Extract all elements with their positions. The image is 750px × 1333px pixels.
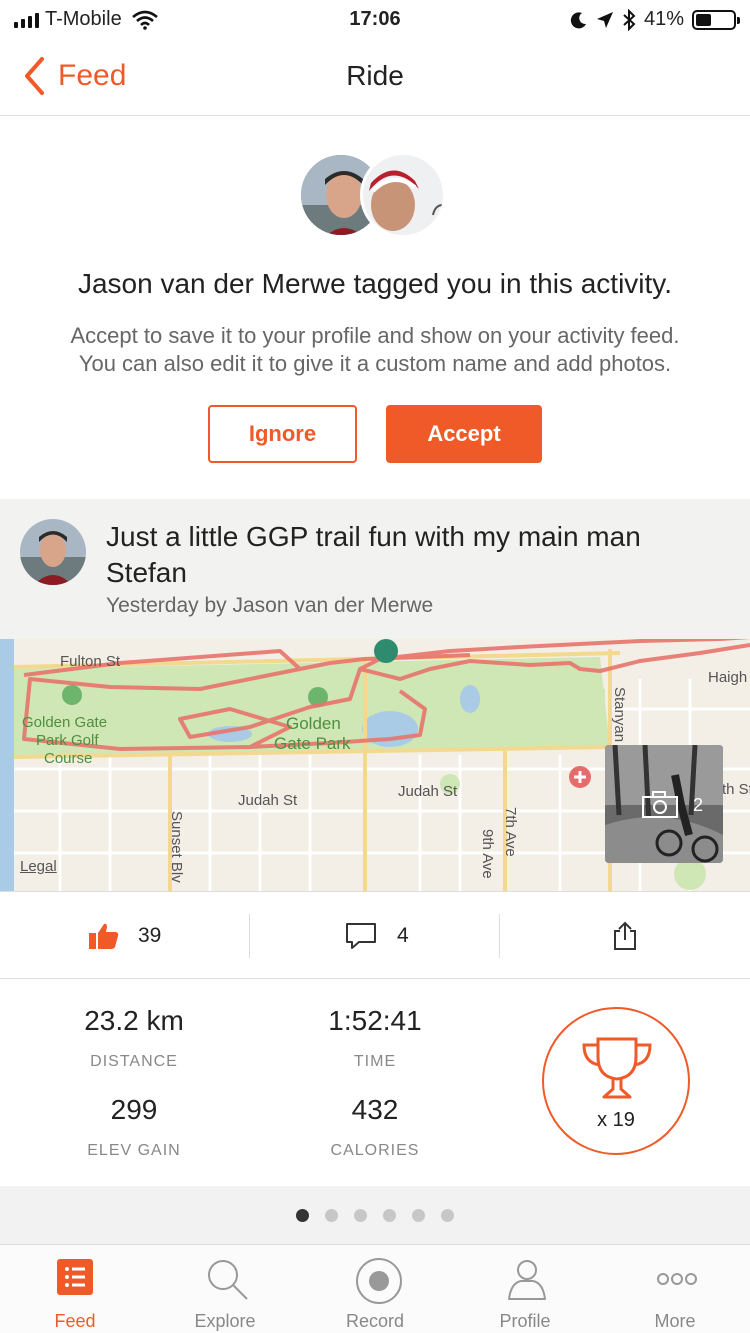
bluetooth-icon: [623, 8, 636, 31]
label-fulton: Fulton St: [60, 653, 121, 670]
tab-more[interactable]: More: [600, 1245, 750, 1333]
tag-subtitle-line1: Accept to save it to your profile and sh…: [70, 323, 680, 348]
activity-photo[interactable]: 2: [605, 745, 723, 863]
tab-profile-label: Profile: [499, 1311, 551, 1331]
tab-explore[interactable]: Explore: [150, 1245, 300, 1333]
camera-icon: [642, 791, 678, 818]
distance-value: 23.2 km: [84, 1005, 184, 1036]
kudos-count: 39: [138, 924, 162, 947]
tab-more-label: More: [654, 1311, 696, 1331]
moon-icon: [570, 11, 586, 28]
time-label: TIME: [353, 1053, 397, 1070]
elev-value: 299: [110, 1094, 158, 1125]
tab-profile[interactable]: Profile: [450, 1245, 600, 1333]
page-dot[interactable]: [383, 1208, 396, 1222]
battery-percent: 41%: [643, 8, 684, 30]
page-indicator[interactable]: [0, 1186, 750, 1244]
label-stanyan: Stanyan: [611, 687, 628, 742]
photo-count: 2: [692, 795, 703, 815]
distance-label: DISTANCE: [90, 1053, 178, 1070]
status-bar: T-Mobile 17:06 41%: [0, 0, 750, 40]
page-dot[interactable]: [296, 1208, 309, 1222]
tab-record-label: Record: [345, 1311, 405, 1331]
elev-label: ELEV GAIN: [87, 1142, 181, 1159]
tab-bar: Feed Explore Record Profile More: [0, 1244, 750, 1333]
label-ggp1: Golden: [286, 714, 341, 733]
page-dot[interactable]: [412, 1208, 425, 1222]
activity-header[interactable]: Just a little GGP trail fun with my main…: [0, 499, 750, 639]
more-icon: [657, 1273, 697, 1285]
share-button[interactable]: [612, 892, 638, 980]
label-haight: Haigh: [708, 669, 747, 686]
tab-feed[interactable]: Feed: [0, 1245, 150, 1333]
activity-title: Just a little GGP trail fun with my main…: [106, 521, 641, 588]
avatar[interactable]: [20, 519, 86, 585]
page-dot[interactable]: [441, 1208, 454, 1222]
label-golf3: Course: [44, 750, 92, 767]
tab-explore-label: Explore: [194, 1311, 256, 1331]
calories-value: 432: [351, 1094, 399, 1125]
route-map[interactable]: Fulton St Golden Gate Park Golf Course G…: [0, 639, 750, 891]
thumbs-up-icon: [89, 923, 119, 949]
label-judah1: Judah St: [238, 792, 298, 809]
kudos-button[interactable]: 39: [88, 892, 161, 980]
achievement-count: x 19: [597, 1109, 635, 1131]
label-golf2: Park Golf: [36, 732, 99, 749]
person-icon: [508, 1260, 546, 1300]
label-sunset: Sunset Blv: [168, 811, 185, 883]
label-ggp2: Gate Park: [274, 734, 351, 753]
page-title: Ride: [346, 60, 404, 91]
achievements-badge[interactable]: x 19: [542, 1007, 690, 1155]
tab-feed-label: Feed: [54, 1311, 96, 1331]
avatar-stefan[interactable]: [360, 152, 446, 238]
record-icon: [356, 1258, 402, 1304]
divider: [499, 914, 500, 958]
comment-count: 4: [397, 924, 409, 947]
label-nth: th St: [722, 781, 750, 798]
tab-record[interactable]: Record: [300, 1245, 450, 1333]
comment-icon: [346, 923, 376, 949]
location-icon: [596, 11, 613, 28]
ignore-button[interactable]: Ignore: [208, 405, 357, 463]
tag-subtitle-line2: You can also edit it to give it a custom…: [78, 351, 672, 376]
label-ninth: 9th Ave: [479, 829, 496, 879]
battery-fill: [696, 13, 711, 26]
stat-elev: 299 ELEV GAIN: [14, 1094, 254, 1160]
tag-subtitle: Accept to save it to your profile and sh…: [20, 322, 730, 378]
accept-button[interactable]: Accept: [386, 405, 542, 463]
time-value: 1:52:41: [328, 1005, 422, 1036]
nav-bar: Feed Ride: [0, 40, 750, 116]
legal-link[interactable]: Legal: [20, 858, 57, 875]
stat-time: 1:52:41 TIME: [255, 1005, 495, 1071]
tagged-avatars: [298, 152, 458, 240]
tag-title: Jason van der Merwe tagged you in this a…: [77, 268, 672, 299]
status-right: 41%: [570, 8, 740, 31]
social-bar: 39 4: [0, 891, 750, 979]
label-golf1: Golden Gate: [22, 714, 107, 731]
calories-label: CALORIES: [330, 1142, 420, 1159]
activity-meta: Yesterday by Jason van der Merwe: [106, 594, 434, 617]
stat-distance: 23.2 km DISTANCE: [14, 1005, 254, 1071]
trophy-icon: [582, 1037, 652, 1099]
page-dot[interactable]: [354, 1208, 367, 1222]
stat-calories: 432 CALORIES: [255, 1094, 495, 1160]
battery-icon: [692, 9, 740, 30]
search-icon: [208, 1260, 248, 1300]
comment-button[interactable]: 4: [345, 892, 409, 980]
divider: [249, 914, 250, 958]
page-dot[interactable]: [325, 1208, 338, 1222]
label-judah2: Judah St: [398, 783, 458, 800]
label-seventh: 7th Ave: [502, 807, 519, 857]
share-icon: [614, 921, 636, 950]
feed-icon: [57, 1259, 93, 1295]
